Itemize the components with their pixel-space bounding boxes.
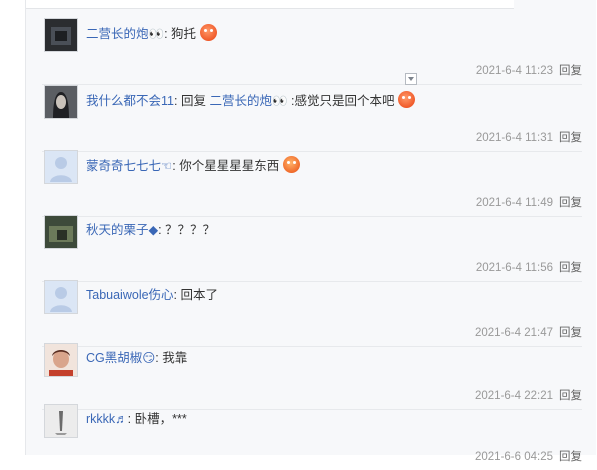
reply-link[interactable]: 回复 — [559, 65, 582, 77]
comment-username[interactable]: 二营长的炮👀 — [86, 27, 164, 41]
comment-username[interactable]: 蒙奇奇七七七☜ — [86, 159, 172, 173]
comment-meta: 2021-6-4 11:49 回复 — [476, 194, 582, 210]
comment-username[interactable]: 秋天的栗子◆ — [86, 223, 158, 237]
comment-time: 2021-6-4 11:56 — [475, 262, 553, 274]
comment-separator: : — [158, 223, 162, 237]
avatar[interactable] — [44, 150, 78, 184]
comment-text: :感觉只是回个本吧 — [291, 94, 395, 108]
comment-time: 2021-6-4 22:21 — [474, 390, 553, 402]
comment-time: 2021-6-6 04:25 — [474, 451, 553, 463]
comment-meta: 2021-6-4 11:56 回复 — [476, 259, 582, 275]
comment-username[interactable]: 我什么都不会11 — [86, 94, 174, 108]
comment-item: 我什么都不会11: 回复 二营长的炮👀 :感觉只是回个本吧 2021-6-4 1… — [42, 85, 582, 152]
comment-item: CG黑胡椒😏: 我靠 2021-6-4 22:21 回复 — [42, 343, 582, 410]
comment-meta: 2021-6-4 11:23 回复 — [476, 62, 582, 78]
angry-emoji — [397, 91, 415, 108]
comment-time: 2021-6-4 11:31 — [475, 132, 553, 144]
reply-link[interactable]: 回复 — [559, 451, 582, 463]
avatar[interactable] — [44, 215, 78, 249]
comment-text: 卧槽，*** — [134, 412, 187, 426]
comment-line: 蒙奇奇七七七☜: 你个星星星星东西 — [86, 156, 300, 175]
avatar[interactable] — [44, 343, 78, 377]
comment-line: Tabuaiwole伤心: 回本了 — [86, 286, 218, 304]
reply-link[interactable]: 回复 — [559, 197, 582, 209]
comment-line: 我什么都不会11: 回复 二营长的炮👀 :感觉只是回个本吧 — [86, 91, 415, 110]
comment-line: 二营长的炮👀: 狗托 — [86, 24, 217, 43]
avatar[interactable] — [44, 280, 78, 314]
comment-username[interactable]: CG黑胡椒😏 — [86, 351, 155, 365]
comment-separator: : — [172, 159, 176, 173]
comment-item: rkkkk♬: 卧槽，*** 2021-6-6 04:25 回复 — [42, 404, 582, 470]
panel-top-border — [26, 0, 514, 9]
comment-meta: 2021-6-4 11:31 回复 — [476, 129, 582, 145]
angry-emoji — [199, 24, 217, 41]
reply-link[interactable]: 回复 — [559, 390, 582, 402]
comment-meta: 2021-6-6 04:25 回复 — [475, 448, 582, 464]
comment-time: 2021-6-4 21:47 — [474, 327, 553, 339]
comment-text: ？？？？ — [165, 223, 216, 237]
comment-text: 你个星星星星东西 — [179, 159, 280, 173]
comment-line: 秋天的栗子◆: ？？？？ — [86, 221, 215, 239]
reply-link[interactable]: 回复 — [559, 327, 582, 339]
comment-item: 二营长的炮👀: 狗托 2021-6-4 11:23 回复 — [42, 18, 582, 85]
comment-line: rkkkk♬: 卧槽，*** — [86, 410, 187, 428]
avatar[interactable] — [44, 85, 78, 119]
comment-item: 蒙奇奇七七七☜: 你个星星星星东西 2021-6-4 11:49 回复 — [42, 150, 582, 217]
comment-username[interactable]: rkkkk♬ — [86, 412, 128, 426]
comment-item: 秋天的栗子◆: ？？？？ 2021-6-4 11:56 回复 — [42, 215, 582, 282]
comment-line: CG黑胡椒😏: 我靠 — [86, 349, 187, 367]
comment-time: 2021-6-4 11:23 — [475, 65, 553, 77]
comment-meta: 2021-6-4 22:21 回复 — [475, 387, 582, 403]
reply-link[interactable]: 回复 — [559, 132, 582, 144]
comment-separator: : — [155, 351, 159, 365]
grin-emoji — [282, 156, 300, 173]
referenced-username[interactable]: 二营长的炮👀 — [209, 94, 287, 108]
comment-text: 我靠 — [162, 351, 188, 365]
avatar[interactable] — [44, 18, 78, 52]
comment-text: 狗托 — [171, 27, 197, 41]
avatar[interactable] — [44, 404, 78, 438]
comment-meta: 2021-6-4 21:47 回复 — [475, 324, 582, 340]
comment-panel: 二营长的炮👀: 狗托 2021-6-4 11:23 回复 我什么都不会11: 回复… — [25, 0, 596, 463]
reply-link[interactable]: 回复 — [559, 262, 582, 274]
comment-separator: : — [173, 94, 178, 108]
comment-username[interactable]: Tabuaiwole伤心 — [86, 288, 174, 302]
comment-item: Tabuaiwole伤心: 回本了 2021-6-4 21:47 回复 — [42, 280, 582, 347]
comment-time: 2021-6-4 11:49 — [475, 197, 553, 209]
expand-chevron-icon[interactable] — [405, 73, 417, 85]
reply-word: 回复 — [180, 94, 206, 108]
comment-separator: : — [173, 288, 178, 302]
comment-separator: : — [127, 412, 132, 426]
comment-separator: : — [164, 27, 168, 41]
comment-text: 回本了 — [180, 288, 219, 302]
